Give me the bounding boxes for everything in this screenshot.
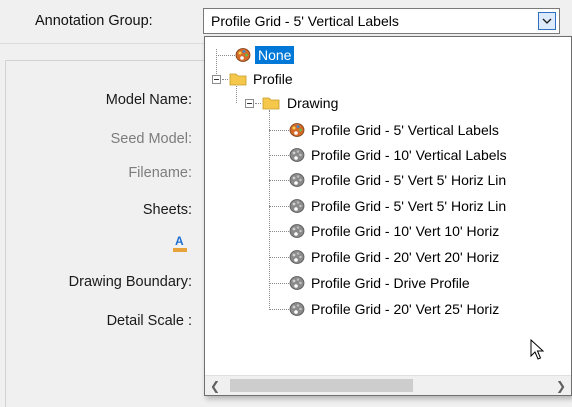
tree-item-label: Profile Grid - 10' Vertical Labels [311,147,507,163]
tree-line [269,110,270,310]
palette-icon [289,250,305,264]
palette-icon [289,276,305,290]
tree-item-label: Profile Grid - 5' Vertical Labels [311,122,499,138]
folder-icon [229,73,247,86]
drawing-boundary-label: Drawing Boundary: [68,274,192,290]
detail-scale-label: Detail Scale : [106,313,192,329]
palette-icon [289,199,305,213]
tree-item-label: Profile Grid - 20' Vert 20' Horiz [311,249,500,265]
tree-line [269,180,289,181]
folder-icon [262,97,280,110]
tree-item-label: None [255,46,295,64]
tree-item-label: Profile Grid - 5' Vert 5' Horiz Lin [311,198,507,214]
tree-line [269,206,289,207]
palette-icon [289,148,305,162]
palette-icon [289,123,305,137]
collapse-icon[interactable] [245,99,254,108]
tree-item-label: Profile Grid - 5' Vert 5' Horiz Lin [311,172,507,188]
horizontal-scrollbar[interactable]: ❮ ❯ [205,375,571,395]
model-name-label: Model Name: [105,92,192,108]
tree-item-label: Profile Grid - 10' Vert 10' Horiz [311,223,500,239]
text-format-icon[interactable]: A [172,233,188,253]
tree-item-label: Drawing [287,95,339,111]
seed-model-label: Seed Model: [110,131,192,147]
collapse-icon[interactable] [212,75,221,84]
palette-icon [289,173,305,187]
palette-icon [235,48,251,62]
tree-line [269,283,289,284]
tree-line [269,257,289,258]
annotation-group-combo[interactable]: Profile Grid - 5' Vertical Labels [203,8,560,34]
palette-icon [289,224,305,238]
tree-line [269,231,289,232]
tree-line [255,103,261,104]
tree-item-label: Profile [253,71,293,87]
tree-item-label: Profile Grid - 20' Vert 25' Horiz [311,301,500,317]
tree-line [269,309,289,310]
palette-icon [289,302,305,316]
svg-text:A: A [175,234,184,248]
sheets-label: Sheets: [142,202,192,218]
tree-line [216,55,235,56]
tree-line [269,130,289,131]
annotation-group-dropdown[interactable]: None Profile Drawing Profile Grid - 5' V… [204,36,572,396]
annotation-group-label: Annotation Group: [35,13,153,29]
mouse-cursor-icon [530,339,544,360]
tree-line [222,79,228,80]
tree-line [269,155,289,156]
scroll-left-icon[interactable]: ❮ [207,378,223,394]
scrollbar-thumb[interactable] [230,379,413,392]
filename-label: Filename: [128,165,192,181]
tree-line [236,86,237,103]
chevron-down-icon[interactable] [538,12,556,30]
tree-item-label: Profile Grid - Drive Profile [311,275,470,291]
scroll-right-icon[interactable]: ❯ [553,378,569,394]
annotation-group-value: Profile Grid - 5' Vertical Labels [211,13,399,29]
